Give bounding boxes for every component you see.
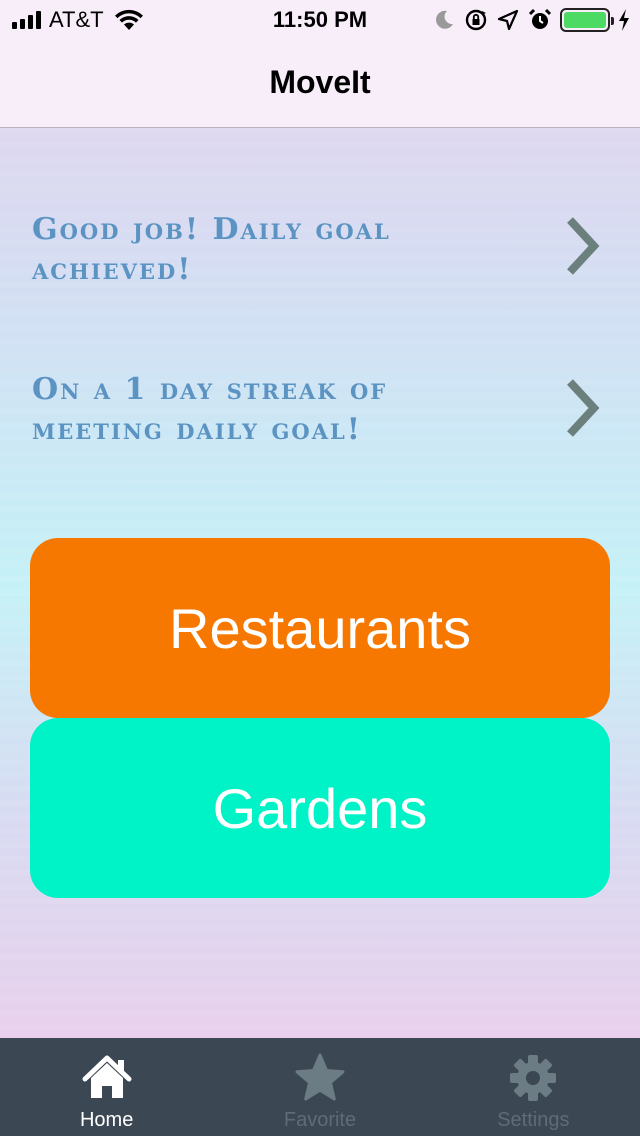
streak-row[interactable]: On a 1 day streak of meeting daily goal! — [0, 370, 640, 530]
tab-favorite[interactable]: Favorite — [213, 1038, 426, 1136]
restaurants-button[interactable]: Restaurants — [30, 538, 610, 718]
page-title: MoveIt — [269, 64, 371, 100]
location-arrow-icon — [497, 9, 519, 31]
navigation-bar: MoveIt — [0, 40, 640, 128]
rotation-lock-icon — [465, 9, 487, 31]
daily-goal-row[interactable]: Good job! Daily goal achieved! — [0, 210, 640, 370]
chevron-right-icon — [567, 217, 600, 275]
gardens-button[interactable]: Gardens — [30, 718, 610, 898]
tab-home[interactable]: Home — [0, 1038, 213, 1136]
charging-bolt-icon — [619, 9, 629, 31]
streak-message: On a 1 day streak of meeting daily goal! — [32, 372, 388, 447]
tab-bar: Home Favorite Settings — [0, 1038, 640, 1136]
tab-settings[interactable]: Settings — [427, 1038, 640, 1136]
star-icon — [295, 1053, 345, 1101]
gardens-button-label: Gardens — [212, 776, 428, 840]
moon-icon — [436, 10, 453, 29]
status-bar: AT&T 11:50 PM — [0, 0, 640, 40]
alarm-icon — [528, 8, 552, 29]
home-icon — [82, 1055, 132, 1098]
tab-home-label: Home — [79, 1109, 134, 1131]
daily-goal-message: Good job! Daily goal achieved! — [32, 212, 391, 287]
battery-fill — [564, 12, 606, 28]
status-right — [432, 7, 630, 33]
battery-tip — [611, 17, 614, 25]
tab-favorite-label: Favorite — [283, 1109, 357, 1131]
chevron-right-icon — [567, 379, 600, 437]
battery-icon — [560, 8, 614, 32]
tab-settings-label: Settings — [497, 1109, 570, 1131]
gear-icon — [510, 1055, 557, 1101]
restaurants-button-label: Restaurants — [169, 596, 471, 660]
